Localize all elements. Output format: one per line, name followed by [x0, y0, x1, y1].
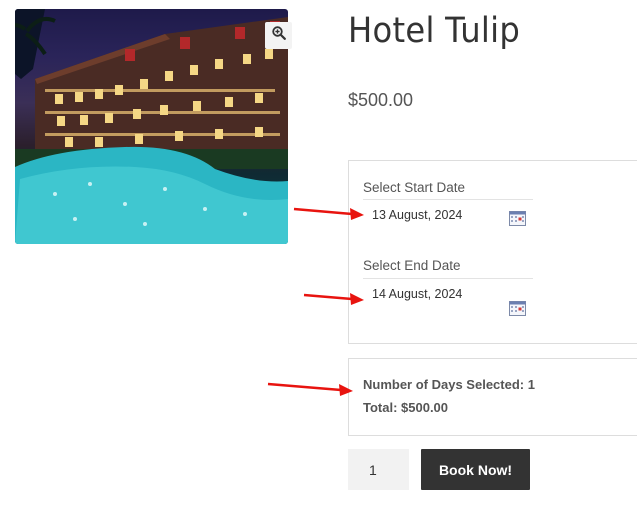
- product-image[interactable]: [15, 9, 288, 244]
- end-date-label: Select End Date: [363, 258, 461, 273]
- start-date-input[interactable]: 13 August, 2024: [363, 199, 533, 227]
- days-selected-text: Number of Days Selected: 1: [363, 377, 535, 392]
- annotation-arrow: [293, 207, 364, 220]
- calendar-icon[interactable]: [509, 301, 526, 316]
- product-price: $500.00: [348, 90, 414, 110]
- zoom-button[interactable]: [265, 22, 292, 49]
- product-title: Hotel Tulip: [348, 11, 521, 51]
- booking-summary-panel: [348, 358, 637, 436]
- start-date-value: 13 August, 2024: [372, 208, 463, 222]
- annotation-arrow: [267, 382, 353, 396]
- start-date-label: Select Start Date: [363, 180, 466, 195]
- calendar-icon[interactable]: [509, 211, 526, 226]
- zoom-in-icon: [271, 26, 286, 45]
- end-date-value: 14 August, 2024: [372, 287, 463, 301]
- end-date-input[interactable]: 14 August, 2024: [363, 278, 533, 306]
- quantity-input[interactable]: [348, 449, 409, 490]
- total-text: Total: $500.00: [363, 400, 449, 415]
- book-now-button[interactable]: Book Now!: [421, 449, 530, 490]
- annotation-arrow: [303, 293, 364, 305]
